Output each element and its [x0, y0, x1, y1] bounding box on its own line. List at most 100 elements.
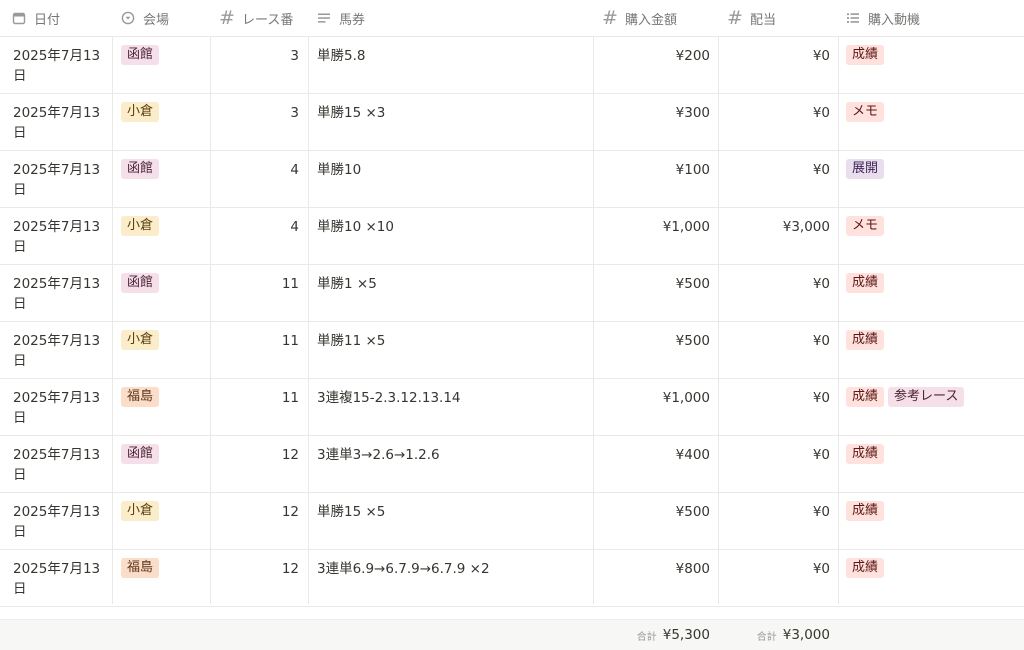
- motive-tag: 参考レース: [888, 387, 965, 407]
- table-row[interactable]: 2025年7月13日 小倉 4 単勝10 ×10 ¥1,000 ¥3,000 メ…: [0, 208, 1024, 265]
- table-row[interactable]: 2025年7月13日 函館 4 単勝10 ¥100 ¥0 展開: [0, 151, 1024, 208]
- ticket-cell[interactable]: 単勝15 ×5: [308, 493, 593, 549]
- ticket-cell[interactable]: 3連複15-2.3.12.13.14: [308, 379, 593, 435]
- race-number-cell[interactable]: 3: [210, 37, 308, 93]
- table-row[interactable]: 2025年7月13日 小倉 3 単勝15 ×3 ¥300 ¥0 メモ: [0, 94, 1024, 151]
- race-number-cell[interactable]: 11: [210, 379, 308, 435]
- venue-tag: 福島: [121, 387, 160, 407]
- ticket-cell[interactable]: 単勝5.8: [308, 37, 593, 93]
- column-header-ticket[interactable]: 馬券: [308, 0, 593, 36]
- amount-cell[interactable]: ¥200: [593, 37, 718, 93]
- date-cell[interactable]: 2025年7月13日: [0, 436, 112, 492]
- payout-cell[interactable]: ¥0: [718, 37, 838, 93]
- amount-cell[interactable]: ¥100: [593, 151, 718, 207]
- date-cell[interactable]: 2025年7月13日: [0, 208, 112, 264]
- venue-cell[interactable]: 函館: [112, 151, 210, 207]
- date-cell[interactable]: 2025年7月13日: [0, 322, 112, 378]
- venue-tag: 函館: [121, 159, 160, 179]
- motive-cell[interactable]: 成績: [838, 37, 1024, 93]
- date-cell[interactable]: 2025年7月13日: [0, 37, 112, 93]
- motive-cell[interactable]: メモ: [838, 94, 1024, 150]
- payout-sum[interactable]: 合計 ¥3,000: [718, 620, 830, 650]
- race-number-cell[interactable]: 3: [210, 94, 308, 150]
- payout-cell[interactable]: ¥0: [718, 493, 838, 549]
- table-row[interactable]: 2025年7月13日 小倉 12 単勝15 ×5 ¥500 ¥0 成績: [0, 493, 1024, 550]
- venue-tag: 小倉: [121, 501, 160, 521]
- race-number-cell[interactable]: 4: [210, 208, 308, 264]
- calendar-icon: [12, 11, 26, 25]
- race-number-cell[interactable]: 12: [210, 550, 308, 606]
- venue-cell[interactable]: 福島: [112, 379, 210, 435]
- ticket-cell[interactable]: 単勝11 ×5: [308, 322, 593, 378]
- ticket-cell[interactable]: 3連単3→2.6→1.2.6: [308, 436, 593, 492]
- date-cell[interactable]: 2025年7月13日: [0, 550, 112, 606]
- number-icon: #: [219, 7, 235, 29]
- motive-cell[interactable]: メモ: [838, 208, 1024, 264]
- column-header-motive[interactable]: 購入動機: [838, 0, 1024, 36]
- multi-select-icon: [846, 11, 860, 25]
- race-number-cell[interactable]: 11: [210, 322, 308, 378]
- race-number-cell[interactable]: 12: [210, 493, 308, 549]
- amount-cell[interactable]: ¥300: [593, 94, 718, 150]
- number-icon: #: [727, 7, 743, 29]
- venue-cell[interactable]: 函館: [112, 37, 210, 93]
- ticket-cell[interactable]: 単勝10 ×10: [308, 208, 593, 264]
- ticket-cell[interactable]: 3連単6.9→6.7.9→6.7.9 ×2: [308, 550, 593, 606]
- date-cell[interactable]: 2025年7月13日: [0, 151, 112, 207]
- motive-cell[interactable]: 成績: [838, 493, 1024, 549]
- payout-cell[interactable]: ¥0: [718, 550, 838, 606]
- column-header-payout[interactable]: # 配当: [718, 0, 838, 36]
- amount-cell[interactable]: ¥1,000: [593, 379, 718, 435]
- motive-tag: 成績: [846, 273, 885, 293]
- table-row[interactable]: 2025年7月13日 小倉 11 単勝11 ×5 ¥500 ¥0 成績: [0, 322, 1024, 379]
- amount-cell[interactable]: ¥500: [593, 265, 718, 321]
- payout-cell[interactable]: ¥3,000: [718, 208, 838, 264]
- ticket-cell[interactable]: 単勝15 ×3: [308, 94, 593, 150]
- race-number-cell[interactable]: 11: [210, 265, 308, 321]
- date-cell[interactable]: 2025年7月13日: [0, 94, 112, 150]
- race-number-cell[interactable]: 12: [210, 436, 308, 492]
- payout-cell[interactable]: ¥0: [718, 436, 838, 492]
- venue-cell[interactable]: 小倉: [112, 208, 210, 264]
- amount-cell[interactable]: ¥400: [593, 436, 718, 492]
- payout-cell[interactable]: ¥0: [718, 94, 838, 150]
- amount-cell[interactable]: ¥800: [593, 550, 718, 606]
- motive-cell[interactable]: 展開: [838, 151, 1024, 207]
- venue-cell[interactable]: 函館: [112, 436, 210, 492]
- motive-cell[interactable]: 成績: [838, 550, 1024, 606]
- amount-cell[interactable]: ¥1,000: [593, 208, 718, 264]
- date-cell[interactable]: 2025年7月13日: [0, 379, 112, 435]
- column-header-label: 馬券: [339, 12, 366, 28]
- motive-cell[interactable]: 成績: [838, 322, 1024, 378]
- venue-cell[interactable]: 福島: [112, 550, 210, 606]
- venue-cell[interactable]: 小倉: [112, 493, 210, 549]
- motive-cell[interactable]: 成績: [838, 436, 1024, 492]
- ticket-cell[interactable]: 単勝10: [308, 151, 593, 207]
- ticket-cell[interactable]: 単勝1 ×5: [308, 265, 593, 321]
- payout-cell[interactable]: ¥0: [718, 322, 838, 378]
- venue-cell[interactable]: 小倉: [112, 94, 210, 150]
- amount-cell[interactable]: ¥500: [593, 322, 718, 378]
- column-header-date[interactable]: 日付: [0, 0, 112, 36]
- amount-cell[interactable]: ¥500: [593, 493, 718, 549]
- payout-cell[interactable]: ¥0: [718, 151, 838, 207]
- motive-cell[interactable]: 成績: [838, 265, 1024, 321]
- date-cell[interactable]: 2025年7月13日: [0, 493, 112, 549]
- motive-cell[interactable]: 成績 参考レース: [838, 379, 1024, 435]
- venue-cell[interactable]: 函館: [112, 265, 210, 321]
- table-row[interactable]: 2025年7月13日 福島 12 3連単6.9→6.7.9→6.7.9 ×2 ¥…: [0, 550, 1024, 607]
- payout-cell[interactable]: ¥0: [718, 379, 838, 435]
- race-number-cell[interactable]: 4: [210, 151, 308, 207]
- column-header-amount[interactable]: # 購入金額: [593, 0, 718, 36]
- table-row[interactable]: 2025年7月13日 福島 11 3連複15-2.3.12.13.14 ¥1,0…: [0, 379, 1024, 436]
- table-row[interactable]: 2025年7月13日 函館 3 単勝5.8 ¥200 ¥0 成績: [0, 37, 1024, 94]
- motive-tag: 成績: [846, 45, 885, 65]
- amount-sum[interactable]: 合計 ¥5,300: [593, 620, 710, 650]
- payout-cell[interactable]: ¥0: [718, 265, 838, 321]
- column-header-race[interactable]: # レース番: [210, 0, 308, 36]
- date-cell[interactable]: 2025年7月13日: [0, 265, 112, 321]
- table-row[interactable]: 2025年7月13日 函館 12 3連単3→2.6→1.2.6 ¥400 ¥0 …: [0, 436, 1024, 493]
- venue-cell[interactable]: 小倉: [112, 322, 210, 378]
- column-header-venue[interactable]: 会場: [112, 0, 210, 36]
- table-row[interactable]: 2025年7月13日 函館 11 単勝1 ×5 ¥500 ¥0 成績: [0, 265, 1024, 322]
